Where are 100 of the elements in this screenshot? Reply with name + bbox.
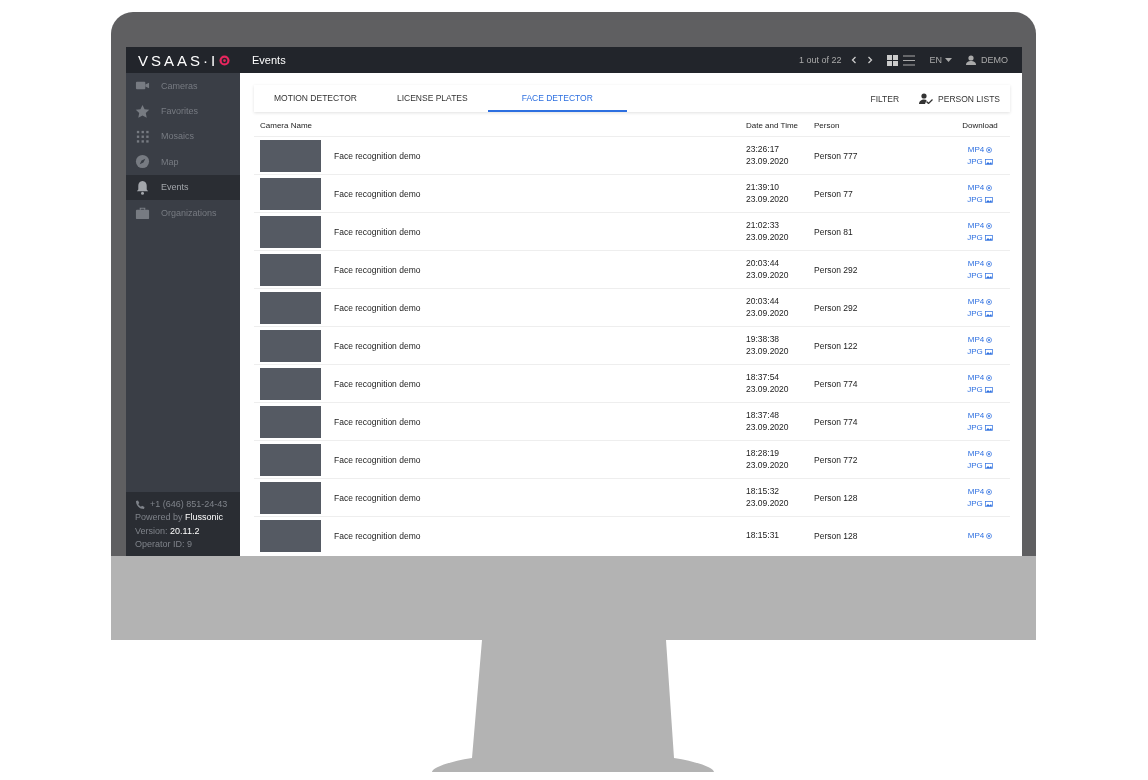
language-selector[interactable]: EN — [929, 55, 952, 65]
grid-view-icon[interactable] — [887, 54, 899, 66]
person-name: Person 292 — [814, 264, 859, 275]
mp4-download-link[interactable]: MP4 — [967, 183, 993, 192]
record-icon — [986, 260, 993, 267]
jpg-download-link[interactable]: JPG — [967, 195, 993, 204]
image-icon — [984, 234, 993, 241]
photo-placeholder — [260, 481, 321, 514]
event-time: 23:26:17 — [746, 144, 781, 156]
camera-name: Face recognition demo — [334, 492, 422, 503]
sidebar-item[interactable]: Map — [126, 149, 240, 175]
column-header: Date and Time — [746, 121, 800, 130]
event-date: 23.09.2020 — [746, 155, 790, 167]
tab[interactable]: LICENSE PLATES — [376, 85, 488, 112]
image-icon — [984, 272, 993, 279]
record-icon — [986, 532, 993, 539]
event-time: 21:39:10 — [746, 182, 781, 194]
mp4-download-link[interactable]: MP4 — [967, 221, 993, 230]
camera-name: Face recognition demo — [334, 150, 422, 161]
person-name: Person 81 — [814, 226, 854, 237]
jpg-download-link[interactable]: JPG — [967, 309, 993, 318]
event-date: 23.09.2020 — [746, 231, 790, 243]
jpg-download-link[interactable]: JPG — [967, 157, 993, 166]
event-time: 20:03:44 — [746, 258, 781, 270]
person-name: Person 777 — [814, 150, 859, 161]
mp4-download-link[interactable]: MP4 — [967, 145, 993, 154]
sidebar-item[interactable]: Mosaics — [126, 123, 240, 150]
mp4-download-link[interactable]: MP4 — [967, 259, 993, 268]
person-name: Person 292 — [814, 302, 859, 313]
jpg-download-link[interactable]: JPG — [967, 233, 993, 242]
camera-name: Face recognition demo — [334, 264, 422, 275]
event-date: 23.09.2020 — [746, 421, 790, 433]
user-menu[interactable]: DEMO — [966, 55, 1008, 65]
event-time: 18:28:19 — [746, 448, 781, 460]
person-name: Person 128 — [814, 530, 859, 541]
person-name: Person 122 — [814, 340, 859, 351]
mp4-download-link[interactable]: MP4 — [967, 531, 993, 540]
version-text: Version: 20.11.2 — [135, 524, 201, 538]
person-check-icon — [919, 93, 934, 104]
person-name: Person 772 — [814, 454, 859, 465]
photo-placeholder — [260, 253, 321, 286]
page-title: Events — [252, 54, 286, 66]
list-view-icon[interactable] — [903, 54, 916, 66]
jpg-download-link[interactable]: JPG — [967, 347, 993, 356]
phone-number: +1 (646) 851-24-43 — [150, 497, 228, 511]
event-time: 19:38:38 — [746, 334, 781, 346]
tab[interactable]: MOTION DETECTOR — [254, 85, 377, 112]
sidebar-item[interactable]: Events — [126, 174, 240, 200]
record-icon — [986, 222, 993, 229]
camera-name: Face recognition demo — [334, 454, 422, 465]
photo-placeholder — [260, 329, 321, 362]
caret-icon — [945, 58, 952, 62]
mp4-download-link[interactable]: MP4 — [967, 297, 993, 306]
person-name: Person 774 — [814, 416, 859, 427]
logo: VSAAS·I — [138, 51, 219, 69]
jpg-download-link[interactable]: JPG — [967, 385, 993, 394]
camera-name: Face recognition demo — [334, 188, 422, 199]
event-time: 18:37:54 — [746, 372, 781, 384]
event-time: 21:02:33 — [746, 220, 781, 232]
jpg-download-link[interactable]: JPG — [967, 461, 993, 470]
mp4-download-link[interactable]: MP4 — [967, 449, 993, 458]
record-icon — [986, 146, 993, 153]
ring-icon — [219, 54, 231, 66]
event-time: 18:15:32 — [746, 486, 781, 498]
record-icon — [986, 298, 993, 305]
user-icon — [966, 55, 976, 65]
filter-button[interactable]: FILTER — [860, 85, 910, 112]
mp4-download-link[interactable]: MP4 — [967, 487, 993, 496]
image-icon — [984, 348, 993, 355]
camera-name: Face recognition demo — [334, 340, 422, 351]
photo-placeholder — [260, 519, 321, 552]
mp4-download-link[interactable]: MP4 — [967, 335, 993, 344]
mp4-download-link[interactable]: MP4 — [967, 373, 993, 382]
phone-icon — [135, 499, 145, 510]
camera-name: Face recognition demo — [334, 416, 422, 427]
person-name: Person 77 — [814, 188, 854, 199]
person-lists-button[interactable]: PERSON LISTS — [909, 85, 1010, 112]
jpg-download-link[interactable]: JPG — [967, 423, 993, 432]
record-icon — [986, 374, 993, 381]
event-date: 23.09.2020 — [746, 193, 790, 205]
person-name: Person 128 — [814, 492, 859, 503]
person-name: Person 774 — [814, 378, 859, 389]
record-icon — [986, 336, 993, 343]
column-header: Person — [814, 121, 841, 130]
camera-name: Face recognition demo — [334, 226, 422, 237]
image-icon — [984, 462, 993, 469]
jpg-download-link[interactable]: JPG — [967, 271, 993, 280]
column-header: Download — [961, 121, 999, 130]
tab[interactable]: FACE DETECTOR — [487, 85, 627, 112]
record-icon — [986, 184, 993, 191]
operator-id: Operator ID: 9 — [135, 538, 194, 552]
event-date: 23.09.2020 — [746, 459, 790, 471]
event-time: 20:03:44 — [746, 296, 781, 308]
briefcase-icon — [135, 205, 150, 221]
image-icon — [984, 196, 993, 203]
record-icon — [986, 450, 993, 457]
camera-name: Face recognition demo — [334, 530, 422, 541]
mp4-download-link[interactable]: MP4 — [967, 411, 993, 420]
camera-name: Face recognition demo — [334, 302, 422, 313]
jpg-download-link[interactable]: JPG — [967, 499, 993, 508]
